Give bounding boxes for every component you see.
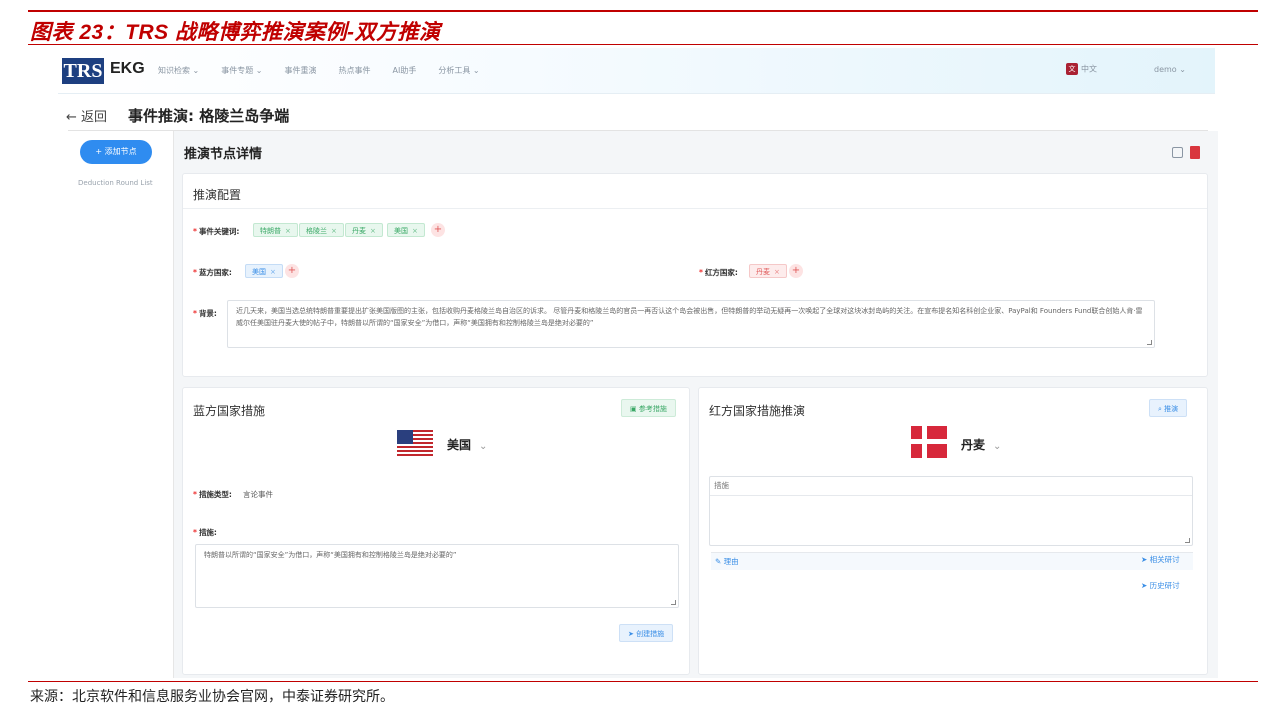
- clipboard-icon: ▣: [630, 405, 639, 413]
- delete-icon[interactable]: [1190, 146, 1200, 159]
- background-textarea[interactable]: 近几天来，美国当选总统特朗普重要提出扩张美国版图的主张，包括收购丹麦格陵兰岛自治…: [227, 300, 1155, 348]
- nav-item-hot[interactable]: 热点事件: [339, 65, 371, 76]
- language-switch[interactable]: 文中文: [1066, 63, 1097, 75]
- back-button[interactable]: ← 返回: [66, 106, 107, 125]
- config-title: 推演配置: [193, 188, 242, 202]
- config-card: 推演配置 * 事件关键词: 特朗普 × 格陵兰 × 丹麦 × 美国 × + * 蓝方国家: …: [182, 173, 1208, 377]
- nav-item-tools[interactable]: 分析工具 ⌄: [438, 65, 479, 76]
- app-screenshot: TRS EKG 知识检索 ⌄ 事件专题 ⌄ 事件重演 热点事件 AI助手 分析工…: [58, 48, 1218, 678]
- add-node-button[interactable]: + 添加节点: [80, 140, 152, 164]
- create-measure-button[interactable]: ➤ 创建措施: [619, 624, 674, 642]
- close-icon: ×: [774, 268, 780, 276]
- close-icon: ×: [412, 227, 418, 235]
- related-discussion-link[interactable]: ➤ 相关研讨: [1141, 554, 1180, 565]
- chevron-down-icon: ⌄: [993, 441, 1002, 452]
- keyword-tag[interactable]: 格陵兰 ×: [299, 223, 344, 237]
- close-icon: ×: [370, 227, 376, 235]
- add-red-country-icon[interactable]: +: [789, 264, 803, 278]
- deduce-button[interactable]: ⌕ 推演: [1149, 399, 1188, 417]
- reference-measures-button[interactable]: ▣ 参考措施: [621, 399, 676, 417]
- language-label: 中文: [1081, 64, 1097, 74]
- add-blue-country-icon[interactable]: +: [285, 264, 299, 278]
- pin-icon: ➤: [1141, 581, 1150, 590]
- red-measure-textarea[interactable]: 措施: [709, 476, 1193, 546]
- nav-item-replay[interactable]: 事件重演: [285, 65, 317, 76]
- blue-measure-text: 特朗普以所谓的“国家安全”为借口，声称“美国拥有和控制格陵兰岛是绝对必要的”: [204, 551, 457, 559]
- main-nav: 知识检索 ⌄ 事件专题 ⌄ 事件重演 热点事件 AI助手 分析工具 ⌄: [158, 65, 480, 76]
- measure-type-label: * 措施类型:: [193, 490, 232, 499]
- us-flag-icon: [397, 430, 433, 456]
- history-discussion-link[interactable]: ➤ 历史研讨: [1141, 580, 1180, 591]
- blue-country-tag[interactable]: 美国 ×: [245, 264, 283, 278]
- close-icon: ×: [270, 268, 276, 276]
- bottom-rule: [28, 681, 1258, 682]
- red-measure-placeholder: 措施: [710, 477, 1192, 496]
- keyword-tag[interactable]: 美国 ×: [387, 223, 425, 237]
- top-navbar: TRS EKG 知识检索 ⌄ 事件专题 ⌄ 事件重演 热点事件 AI助手 分析工…: [58, 48, 1215, 94]
- resize-handle-icon[interactable]: [1185, 538, 1190, 543]
- keyword-tag[interactable]: 丹麦 ×: [345, 223, 383, 237]
- config-divider: [183, 208, 1207, 209]
- user-menu[interactable]: demo ⌄: [1154, 65, 1186, 74]
- pin-icon: ➤: [1141, 555, 1150, 564]
- trs-logo[interactable]: TRS: [62, 58, 104, 84]
- close-icon: ×: [331, 227, 337, 235]
- blue-country-select[interactable]: 美国 ⌄: [447, 436, 487, 453]
- red-title: 红方国家措施推演: [709, 404, 806, 418]
- blue-title: 蓝方国家措施: [193, 404, 266, 418]
- resize-handle-icon[interactable]: [1147, 340, 1152, 345]
- keywords-label: * 事件关键词:: [193, 227, 240, 236]
- reason-link[interactable]: ✎ 理由: [711, 552, 1193, 570]
- source-note: 来源：北京软件和信息服务业协会官网，中泰证券研究所。: [30, 689, 394, 705]
- background-label: * 背景:: [193, 309, 217, 318]
- blue-country-label: * 蓝方国家:: [193, 268, 232, 277]
- nav-item-topics[interactable]: 事件专题 ⌄: [221, 65, 262, 76]
- top-rule: [28, 10, 1258, 12]
- chevron-down-icon: ⌄: [479, 441, 488, 452]
- measure-type-value: 言论事件: [243, 490, 273, 499]
- ekg-logo-text: EKG: [110, 60, 145, 77]
- blue-measures-card: 蓝方国家措施 ▣ 参考措施 美国 ⌄ * 措施类型: 言论事件 * 措施: 特朗普以所…: [182, 387, 690, 675]
- language-flag-icon: 文: [1066, 63, 1078, 75]
- edit-icon: ✎: [715, 557, 724, 566]
- deduction-round-list: Deduction Round List: [78, 179, 153, 187]
- keyword-tag[interactable]: 特朗普 ×: [253, 223, 298, 237]
- main-panel: 推演节点详情 推演配置 * 事件关键词: 特朗普 × 格陵兰 × 丹麦 × 美国 × + …: [174, 131, 1218, 678]
- title-rule: [28, 44, 1258, 45]
- denmark-flag-icon: [911, 426, 947, 458]
- figure-title: 图表 23：TRS 战略博弈推演案例-双方推演: [30, 21, 441, 44]
- resize-handle-icon[interactable]: [671, 600, 676, 605]
- red-country-label: * 红方国家:: [699, 268, 738, 277]
- close-icon: ×: [285, 227, 291, 235]
- red-measures-card: 红方国家措施推演 ⌕ 推演 丹麦 ⌄ 措施 ✎ 理由 ➤ 相关研讨 ➤ 历史研讨: [698, 387, 1208, 675]
- red-country-tag[interactable]: 丹麦 ×: [749, 264, 787, 278]
- measure-label: * 措施:: [193, 528, 217, 537]
- page-title: 事件推演: 格陵兰岛争端: [128, 107, 290, 125]
- blue-measure-textarea[interactable]: 特朗普以所谓的“国家安全”为借口，声称“美国拥有和控制格陵兰岛是绝对必要的”: [195, 544, 679, 608]
- nav-item-knowledge[interactable]: 知识检索 ⌄: [158, 65, 199, 76]
- sidebar: + 添加节点 Deduction Round List: [58, 131, 174, 678]
- section-title: 推演节点详情: [184, 147, 263, 162]
- add-keyword-icon[interactable]: +: [431, 223, 445, 237]
- background-text: 近几天来，美国当选总统特朗普重要提出扩张美国版图的主张，包括收购丹麦格陵兰岛自治…: [236, 307, 1143, 327]
- red-country-select[interactable]: 丹麦 ⌄: [961, 436, 1001, 453]
- save-icon[interactable]: [1172, 147, 1183, 158]
- nav-item-ai[interactable]: AI助手: [393, 65, 417, 76]
- send-icon: ➤: [628, 630, 637, 638]
